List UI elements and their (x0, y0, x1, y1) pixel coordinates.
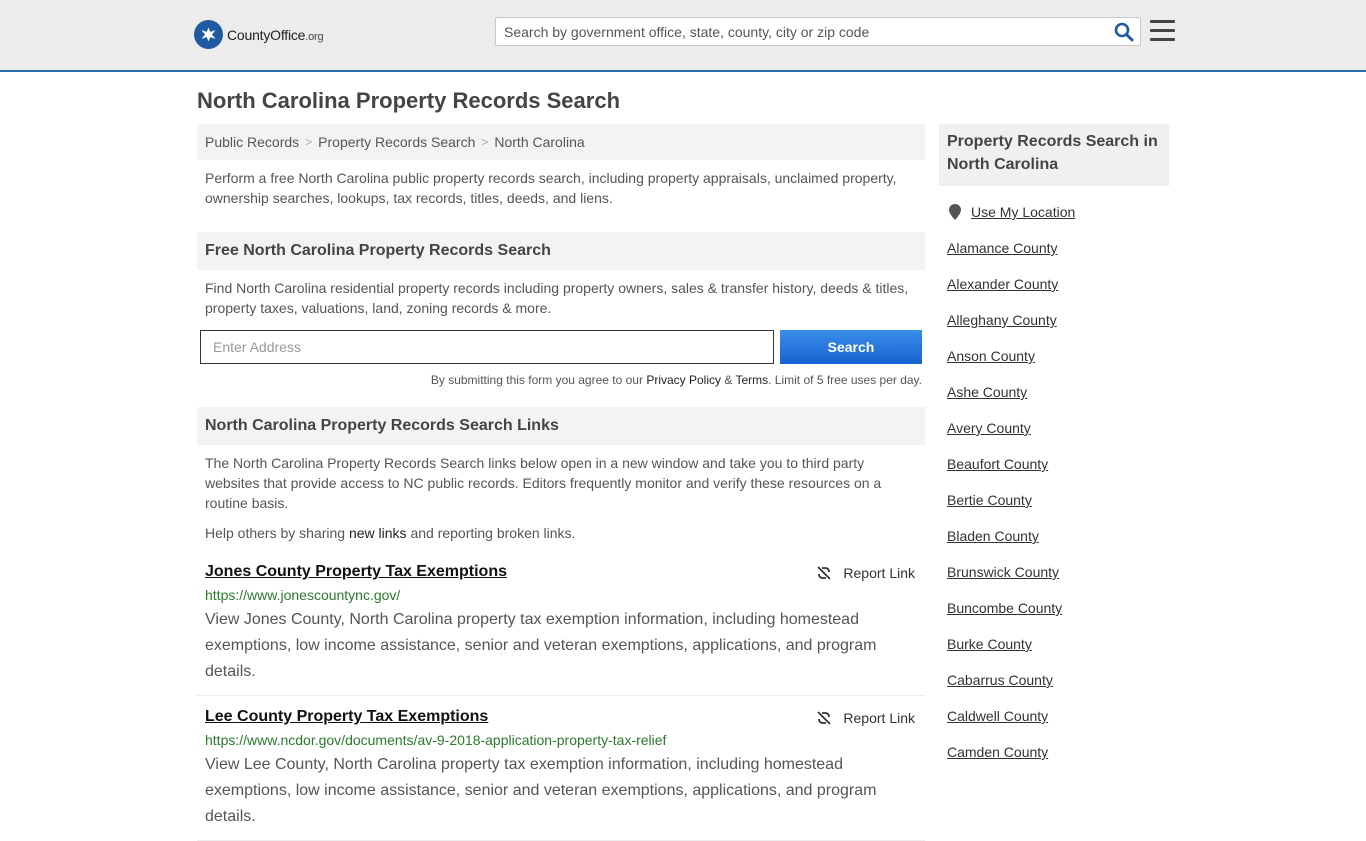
use-my-location-link[interactable]: Use My Location (971, 204, 1075, 220)
county-link[interactable]: Ashe County (947, 384, 1027, 400)
logo-suffix: .org (305, 30, 324, 43)
report-link-label: Report Link (843, 710, 915, 726)
link-description: View Lee County, North Carolina property… (205, 756, 877, 825)
broken-link-icon (817, 566, 832, 580)
page-title: North Carolina Property Records Search (197, 88, 621, 113)
county-link[interactable]: Bladen County (947, 528, 1039, 544)
links-description: The North Carolina Property Records Sear… (205, 455, 882, 511)
sidebar-item-county: Burke County (947, 626, 1161, 662)
county-link[interactable]: Cabarrus County (947, 672, 1053, 688)
sidebar-item-county: Buncombe County (947, 590, 1161, 626)
county-link[interactable]: Anson County (947, 348, 1035, 364)
site-header: CountyOffice.org (0, 0, 1366, 72)
free-search-heading: Free North Carolina Property Records Sea… (197, 232, 925, 270)
site-search-input[interactable] (496, 18, 1096, 45)
broken-link-icon (817, 711, 832, 725)
terms-prefix: By submitting this form you agree to our (430, 373, 647, 387)
sidebar-heading: Property Records Search in North Carolin… (939, 124, 1169, 186)
terms-suffix: . Limit of 5 free uses per day. (768, 373, 922, 387)
site-logo[interactable]: CountyOffice.org (194, 20, 324, 49)
breadcrumb-public-records[interactable]: Public Records (205, 134, 299, 150)
sidebar-item-county: Caldwell County (947, 698, 1161, 734)
logo-text: CountyOffice.org (227, 26, 324, 43)
link-item: Lee County Property Tax Exemptions Repor… (197, 696, 925, 841)
link-url: https://www.ncdor.gov/documents/av-9-201… (205, 732, 667, 748)
new-links-link[interactable]: new links (349, 525, 407, 541)
site-search-box (495, 17, 1141, 46)
link-url: https://www.jonescountync.gov/ (205, 587, 401, 603)
intro-text: Perform a free North Carolina public pro… (205, 170, 897, 206)
eagle-seal-icon (194, 20, 223, 49)
county-link[interactable]: Burke County (947, 636, 1032, 652)
breadcrumb-separator: > (305, 135, 313, 149)
link-title[interactable]: Jones County Property Tax Exemptions (205, 563, 507, 580)
hamburger-menu-icon[interactable] (1150, 20, 1175, 42)
sidebar-item-county: Beaufort County (947, 446, 1161, 482)
address-input[interactable] (200, 330, 774, 364)
use-location-item: Use My Location (947, 194, 1161, 230)
sidebar-item-county: Alexander County (947, 266, 1161, 302)
sidebar-item-county: Bertie County (947, 482, 1161, 518)
search-icon[interactable] (1114, 22, 1134, 42)
logo-name: CountyOffice (227, 26, 306, 43)
county-link[interactable]: Camden County (947, 744, 1048, 760)
terms-amp: & (721, 373, 736, 387)
county-link[interactable]: Avery County (947, 420, 1031, 436)
links-heading: North Carolina Property Records Search L… (197, 407, 925, 445)
breadcrumb: Public Records > Property Records Search… (197, 124, 925, 160)
sidebar-item-county: Anson County (947, 338, 1161, 374)
free-search-description: Find North Carolina residential property… (205, 280, 909, 316)
main-content: Public Records > Property Records Search… (197, 124, 925, 841)
sidebar-item-county: Bladen County (947, 518, 1161, 554)
county-link[interactable]: Buncombe County (947, 600, 1062, 616)
link-description: View Jones County, North Carolina proper… (205, 611, 877, 680)
link-item: Jones County Property Tax Exemptions Rep… (197, 543, 925, 696)
address-search-form: Search (197, 330, 925, 364)
terms-notice: By submitting this form you agree to our… (197, 364, 925, 387)
county-link[interactable]: Alexander County (947, 276, 1058, 292)
help-sharing-text: Help others by sharing new links and rep… (197, 513, 925, 543)
sidebar-item-county: Cabarrus County (947, 662, 1161, 698)
terms-link[interactable]: Terms (735, 373, 768, 387)
county-link[interactable]: Brunswick County (947, 564, 1059, 580)
county-link[interactable]: Alamance County (947, 240, 1058, 256)
sidebar: Property Records Search in North Carolin… (939, 124, 1169, 770)
report-link-button[interactable]: Report Link (816, 565, 915, 581)
breadcrumb-current: North Carolina (494, 134, 585, 150)
county-list: Use My Location Alamance County Alexande… (939, 186, 1169, 770)
privacy-policy-link[interactable]: Privacy Policy (646, 373, 721, 387)
county-link[interactable]: Alleghany County (947, 312, 1057, 328)
county-link[interactable]: Beaufort County (947, 456, 1048, 472)
report-link-label: Report Link (843, 565, 915, 581)
help-prefix: Help others by sharing (205, 525, 349, 541)
sidebar-item-county: Brunswick County (947, 554, 1161, 590)
breadcrumb-property-records[interactable]: Property Records Search (318, 134, 475, 150)
link-title[interactable]: Lee County Property Tax Exemptions (205, 708, 488, 725)
report-link-button[interactable]: Report Link (816, 710, 915, 726)
sidebar-item-county: Ashe County (947, 374, 1161, 410)
breadcrumb-separator: > (481, 135, 489, 149)
sidebar-item-county: Alamance County (947, 230, 1161, 266)
sidebar-item-county: Camden County (947, 734, 1161, 770)
county-link[interactable]: Bertie County (947, 492, 1032, 508)
sidebar-item-county: Avery County (947, 410, 1161, 446)
address-search-button[interactable]: Search (780, 330, 922, 364)
help-suffix: and reporting broken links. (406, 525, 576, 541)
map-pin-icon (949, 204, 961, 220)
county-link[interactable]: Caldwell County (947, 708, 1048, 724)
sidebar-item-county: Alleghany County (947, 302, 1161, 338)
